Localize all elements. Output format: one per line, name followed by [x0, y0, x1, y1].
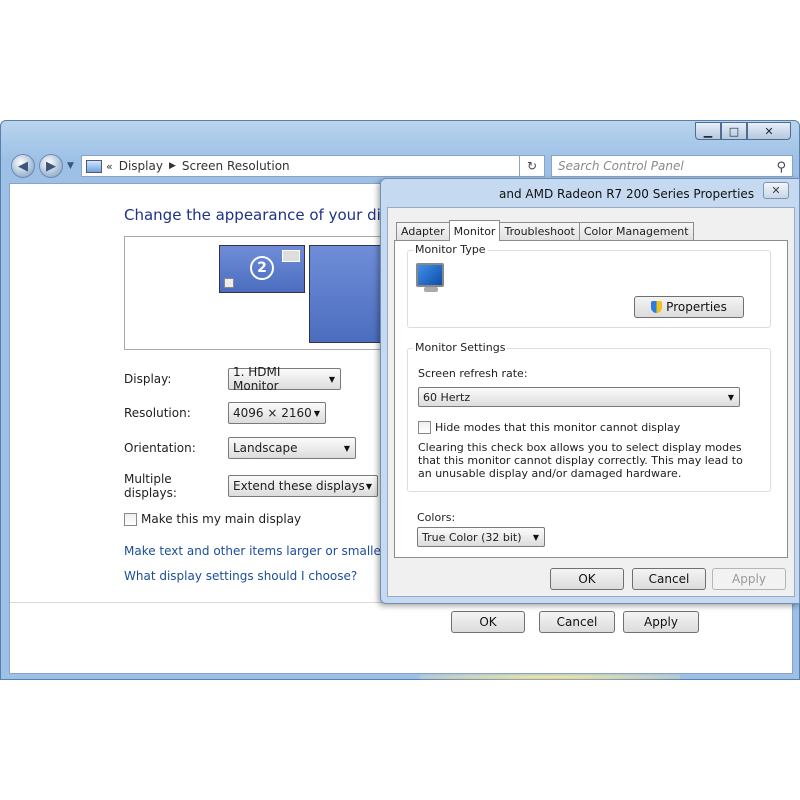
display-select[interactable]: 1. HDMI Monitor ▼ — [228, 365, 341, 393]
main-button-row: OK Cancel Apply — [451, 611, 699, 633]
monitor-type-group: Monitor Type Properties — [407, 243, 771, 328]
monitor-type-label: Monitor Type — [413, 243, 488, 256]
cancel-button[interactable]: Cancel — [539, 611, 615, 633]
uac-shield-icon — [651, 301, 663, 313]
monitor-mini-doc-icon — [224, 278, 234, 288]
multiple-displays-value: Extend these displays — [233, 479, 365, 493]
recent-pages-dropdown-icon[interactable]: ▼ — [67, 161, 74, 171]
resolution-label: Resolution: — [124, 406, 191, 420]
orientation-select[interactable]: Landscape ▼ — [228, 437, 356, 459]
chevron-down-icon: ▼ — [532, 532, 539, 542]
monitor-icon — [416, 263, 444, 287]
hide-modes-description: Clearing this check box allows you to se… — [418, 441, 743, 480]
multiple-displays-label: Multiple displays: — [124, 472, 177, 500]
monitor-tab-panel: Monitor Type Properties Monitor Settings… — [394, 240, 788, 558]
maximize-button[interactable]: □ — [721, 122, 747, 140]
display-row: Display: 1. HDMI Monitor ▼ — [124, 365, 341, 393]
monitor-number-badge: 2 — [250, 256, 274, 280]
chevron-down-icon: ▼ — [313, 408, 320, 418]
chevron-down-icon: ▼ — [328, 374, 335, 384]
monitor-stand-icon — [424, 287, 438, 292]
monitor-mini-window-icon — [282, 250, 300, 262]
address-bar[interactable]: « Display ▶ Screen Resolution ▼ — [81, 155, 543, 177]
monitor-arrangement-preview[interactable]: 2 — [124, 236, 394, 350]
ok-button[interactable]: OK — [451, 611, 525, 633]
orientation-label: Orientation: — [124, 441, 196, 455]
tab-troubleshoot[interactable]: Troubleshoot — [499, 222, 580, 240]
back-arrow-icon[interactable]: ◀ — [11, 154, 35, 178]
caption-buttons: ▁ □ ✕ — [695, 122, 791, 140]
display-label: Display: — [124, 372, 172, 386]
search-placeholder: Search Control Panel — [558, 159, 684, 173]
breadcrumb-separator-icon[interactable]: ▶ — [169, 161, 176, 171]
close-button[interactable]: ✕ — [747, 122, 791, 140]
tab-monitor[interactable]: Monitor — [448, 220, 501, 241]
dialog-close-button[interactable]: ✕ — [763, 182, 789, 199]
resolution-select[interactable]: 4096 × 2160 ▼ — [228, 402, 326, 424]
tab-color-management[interactable]: Color Management — [578, 222, 694, 240]
monitor-settings-label: Monitor Settings — [413, 341, 508, 354]
apply-button[interactable]: Apply — [623, 611, 699, 633]
chevron-down-icon: ▼ — [343, 443, 350, 453]
refresh-rate-value: 60 Hertz — [423, 390, 471, 404]
search-icon[interactable]: ⚲ — [776, 158, 786, 178]
dialog-apply-button[interactable]: Apply — [712, 568, 786, 590]
search-input[interactable]: Search Control Panel ⚲ — [551, 155, 793, 177]
breadcrumb-screen-resolution[interactable]: Screen Resolution — [182, 159, 290, 173]
colors-label: Colors: — [417, 511, 456, 524]
chevron-down-icon: ▼ — [727, 392, 734, 402]
dialog-title: and AMD Radeon R7 200 Series Properties — [499, 187, 755, 201]
text-size-link[interactable]: Make text and other items larger or smal… — [124, 544, 386, 558]
refresh-rate-select[interactable]: 60 Hertz ▼ — [418, 387, 740, 407]
monitor-settings-group: Monitor Settings Screen refresh rate: 60… — [407, 341, 771, 492]
resolution-row: Resolution: 4096 × 2160 ▼ — [124, 402, 326, 424]
display-value: 1. HDMI Monitor — [233, 365, 281, 393]
properties-button-label: Properties — [666, 300, 727, 314]
orientation-value: Landscape — [233, 441, 298, 455]
monitor-properties-button[interactable]: Properties — [634, 296, 744, 318]
tab-strip: Adapter Monitor Troubleshoot Color Manag… — [396, 220, 694, 241]
control-panel-icon — [86, 159, 102, 173]
chevron-down-icon: ▼ — [365, 481, 372, 491]
desktop: ▁ □ ✕ ◀ ▶ ▼ « Display ▶ Screen Resolutio… — [0, 0, 800, 800]
hide-modes-label[interactable]: Hide modes that this monitor cannot disp… — [435, 421, 680, 434]
tab-adapter[interactable]: Adapter — [396, 222, 450, 240]
multiple-displays-row: Multiple displays: Extend these displays… — [124, 472, 378, 500]
dialog-body: Adapter Monitor Troubleshoot Color Manag… — [387, 207, 795, 597]
resolution-value: 4096 × 2160 — [233, 406, 312, 420]
colors-value: True Color (32 bit) — [422, 530, 522, 544]
address-overflow-chevron[interactable]: « — [106, 160, 113, 173]
hide-modes-checkbox[interactable] — [418, 421, 431, 434]
dialog-ok-button[interactable]: OK — [550, 568, 624, 590]
properties-dialog: and AMD Radeon R7 200 Series Properties … — [380, 178, 800, 604]
monitor-2-thumbnail[interactable]: 2 — [219, 245, 305, 293]
hide-modes-row: Hide modes that this monitor cannot disp… — [418, 421, 680, 434]
minimize-button[interactable]: ▁ — [695, 122, 721, 140]
window-glow — [420, 674, 680, 680]
breadcrumb-display[interactable]: Display — [119, 159, 163, 173]
colors-select[interactable]: True Color (32 bit) ▼ — [417, 527, 545, 547]
orientation-row: Orientation: Landscape ▼ — [124, 437, 356, 459]
refresh-rate-label: Screen refresh rate: — [418, 367, 528, 380]
main-display-label[interactable]: Make this my main display — [141, 512, 301, 526]
multiple-displays-select[interactable]: Extend these displays ▼ — [228, 475, 378, 497]
navigation-bar: ◀ ▶ ▼ « Display ▶ Screen Resolution ▼ ↻ … — [9, 151, 793, 181]
display-help-link[interactable]: What display settings should I choose? — [124, 569, 357, 583]
forward-arrow-icon[interactable]: ▶ — [39, 154, 63, 178]
dialog-cancel-button[interactable]: Cancel — [632, 568, 706, 590]
refresh-icon[interactable]: ↻ — [519, 155, 545, 177]
main-display-checkbox[interactable] — [124, 512, 137, 526]
main-display-row: Make this my main display — [124, 512, 301, 526]
